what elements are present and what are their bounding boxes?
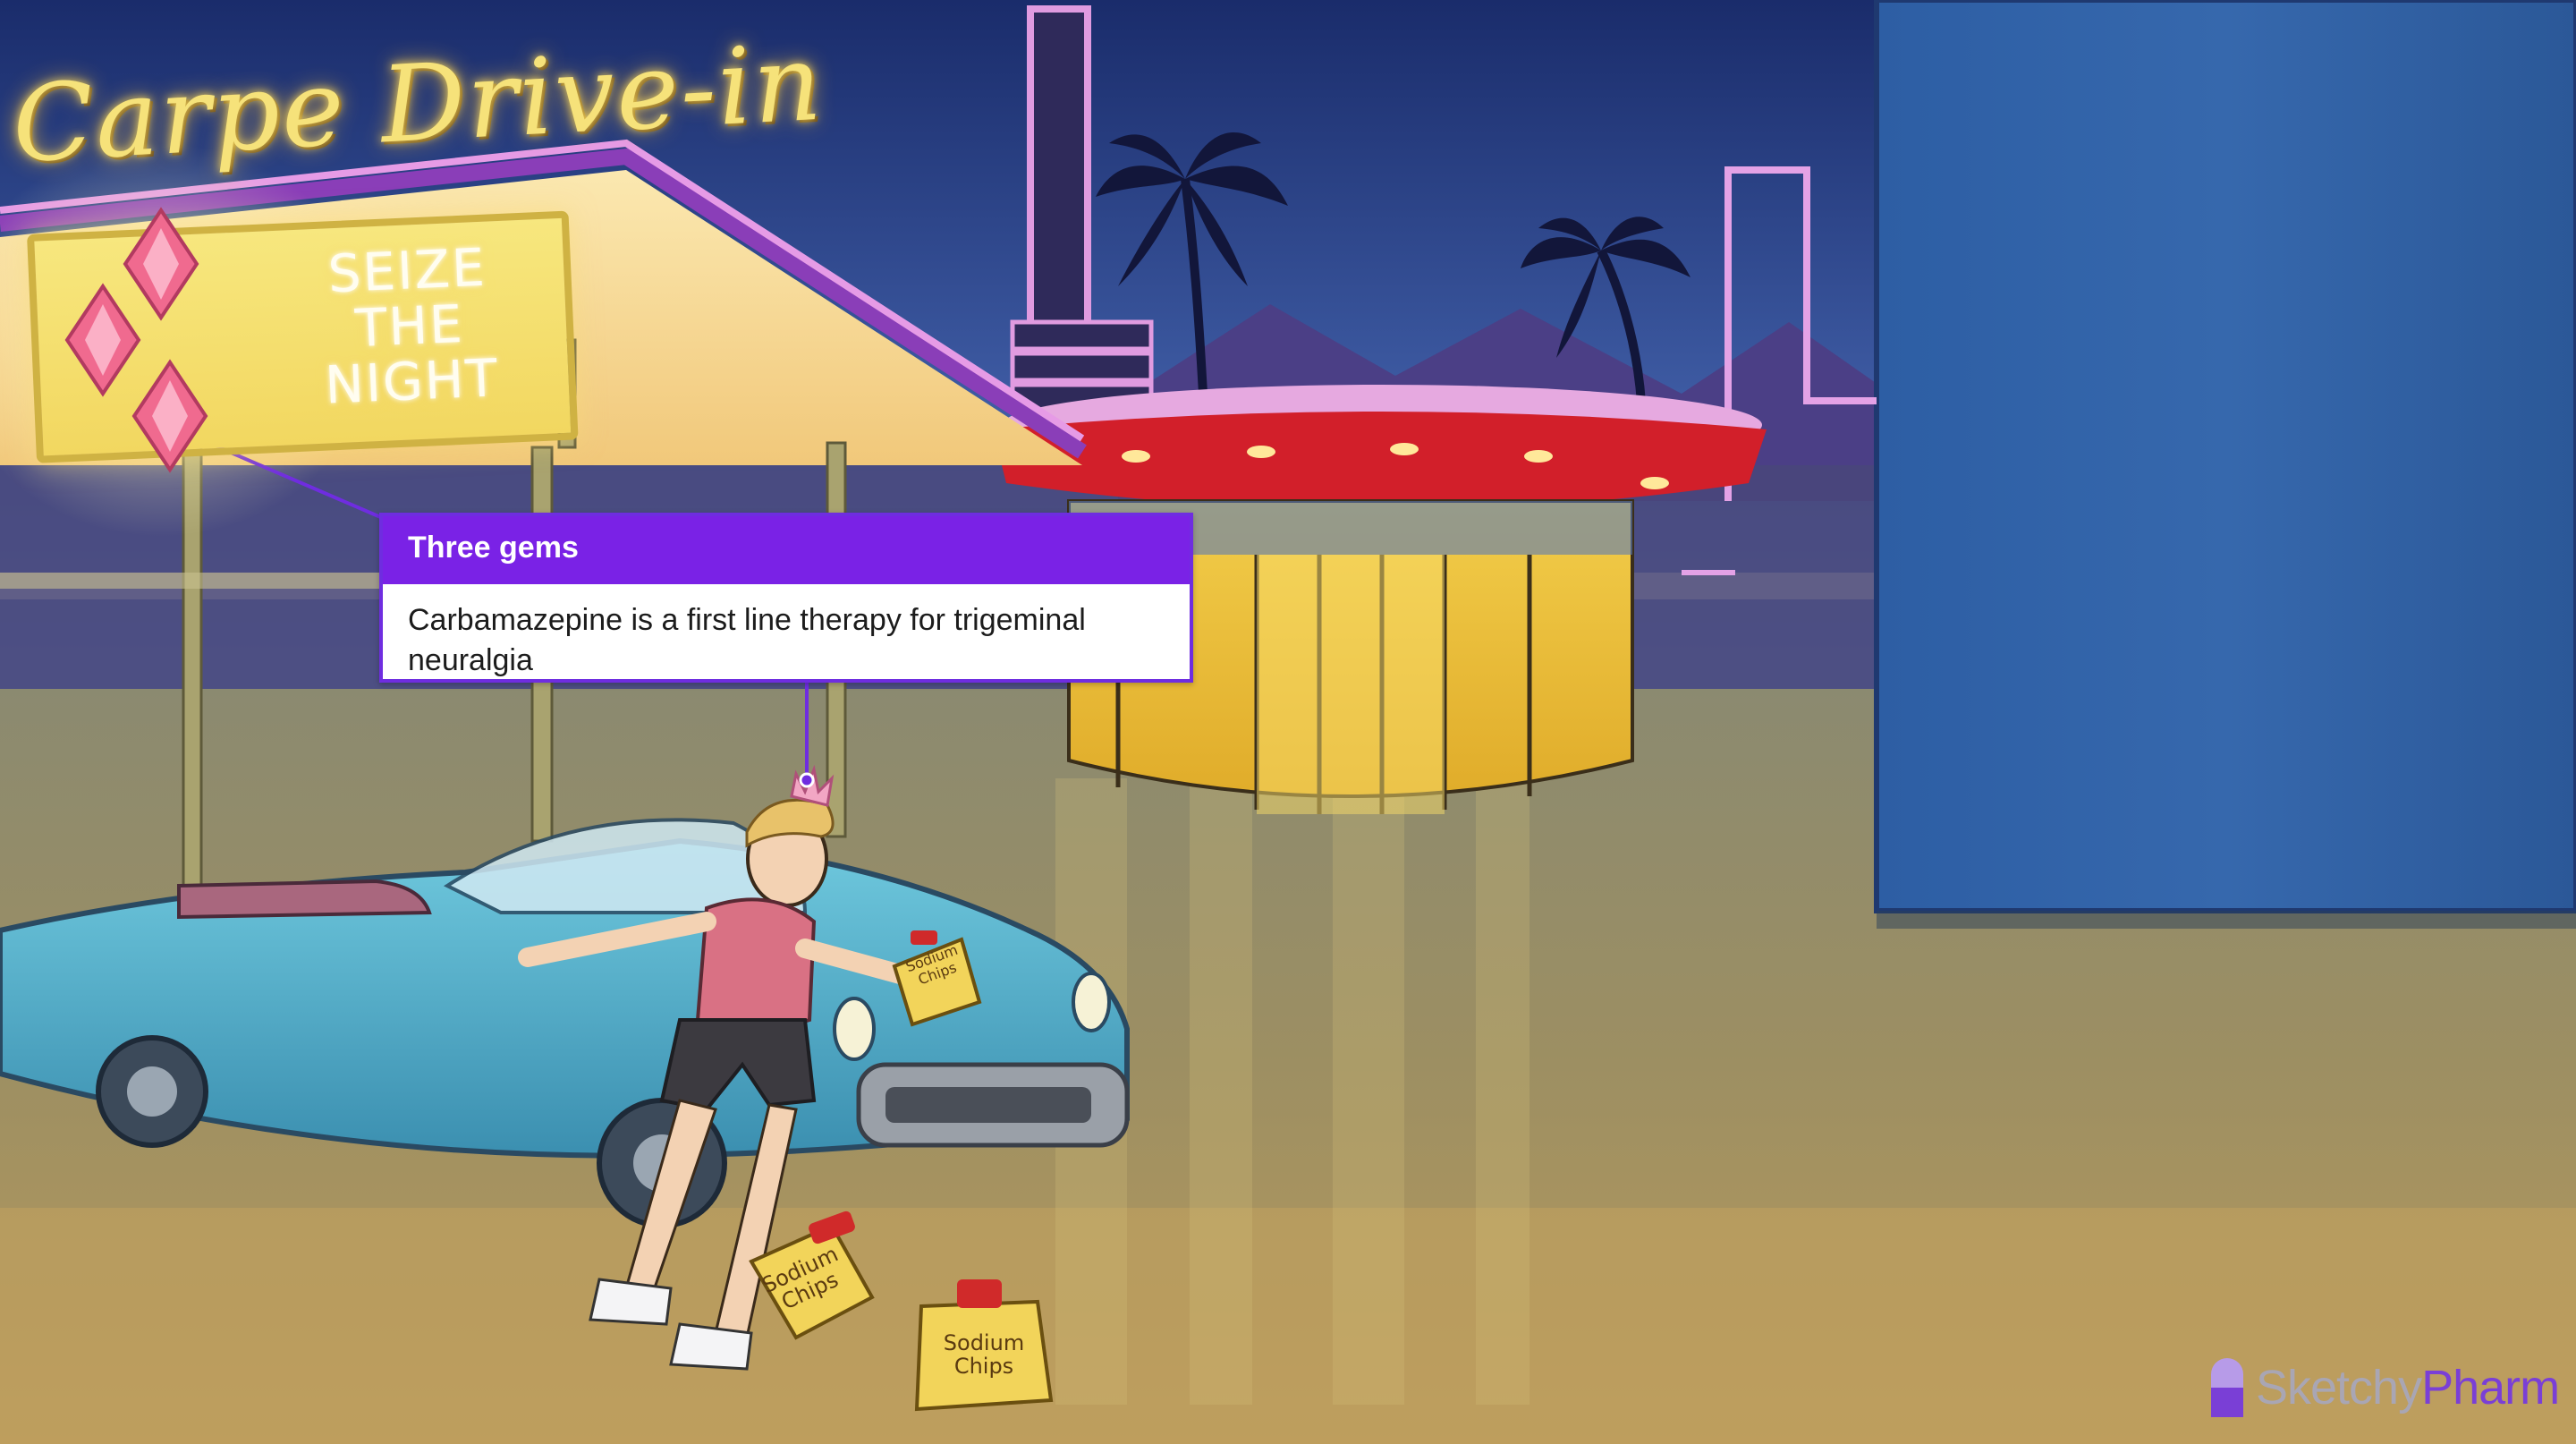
video-frame: Carpe Drive-in SEIZE THE NIGHT Sodium Ch… (0, 0, 2576, 1444)
brand-name-part2: Pharm (2421, 1361, 2560, 1414)
callout-body: Carbamazepine is a first line therapy fo… (408, 603, 1086, 677)
callout-title: Three gems (383, 516, 1190, 584)
pill-icon (2211, 1358, 2243, 1417)
sign-slogan: SEIZE THE NIGHT (323, 236, 501, 416)
brand-name: SketchyPharm (2256, 1360, 2560, 1415)
annotation-callout: Three gems Carbamazepine is a first line… (379, 513, 1193, 683)
gem-icon (131, 359, 208, 473)
brand-name-part1: Sketchy (2256, 1361, 2422, 1414)
scene-illustration (0, 0, 2576, 1444)
brand-logo: SketchyPharm (2207, 1356, 2560, 1419)
chips-bag-label: Sodium Chips (943, 1330, 1025, 1379)
